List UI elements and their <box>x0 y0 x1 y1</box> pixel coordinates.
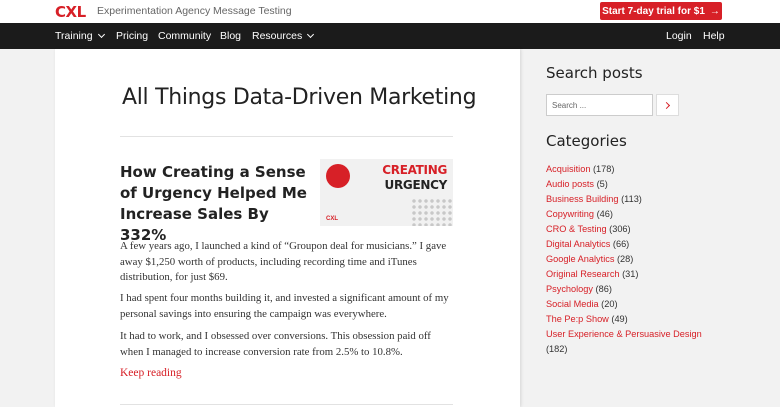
nav-community-label: Community <box>158 30 212 42</box>
category-item: The Pe:p Show (49) <box>546 312 716 327</box>
nav-pricing-label: Pricing <box>116 30 149 42</box>
category-link[interactable]: CRO & Testing <box>546 224 607 234</box>
main-nav: Training Pricing Community Blog Resource… <box>0 23 780 51</box>
divider <box>120 404 453 405</box>
category-count: (5) <box>596 179 608 189</box>
category-count: (66) <box>612 239 630 249</box>
category-count: (46) <box>596 209 613 219</box>
category-count: (49) <box>611 314 628 324</box>
categories-list: Acquisition (178) Audio posts (5) Business… <box>546 162 716 357</box>
nav-login-label: Login <box>666 30 692 42</box>
chevron-right-icon <box>662 101 671 109</box>
category-link[interactable]: Audio posts <box>546 179 594 189</box>
category-link[interactable]: User Experience & Persuasive Design <box>546 329 702 339</box>
trial-button-label: Start 7-day trial for $1 <box>602 5 705 17</box>
nav-resources[interactable]: Resources <box>252 30 315 42</box>
category-link[interactable]: Psychology <box>546 284 593 294</box>
search-button[interactable] <box>656 94 679 116</box>
keep-reading-link[interactable]: Keep reading <box>120 367 182 379</box>
category-link[interactable]: Acquisition <box>546 164 590 174</box>
nav-training[interactable]: Training <box>55 30 105 42</box>
category-link[interactable]: Copywriting <box>546 209 594 219</box>
search-heading: Search posts <box>546 64 643 82</box>
thumbnail-text-urgency: URGENCY <box>384 178 448 192</box>
chevron-down-icon <box>307 30 315 39</box>
category-link[interactable]: Social Media <box>546 299 599 309</box>
category-item: Original Research (31) <box>546 267 716 282</box>
category-item: Business Building (113) <box>546 192 716 207</box>
urgency-emblem-icon <box>326 164 350 188</box>
top-bar: CXL Experimentation Agency Message Testi… <box>0 0 780 23</box>
category-link[interactable]: Original Research <box>546 269 620 279</box>
dot-pattern-icon <box>411 198 453 226</box>
start-trial-button[interactable]: Start 7-day trial for $1 → <box>600 2 722 20</box>
category-count: (20) <box>601 299 618 309</box>
post-thumbnail[interactable]: CREATING URGENCY CXL <box>320 159 453 226</box>
categories-heading: Categories <box>546 132 627 150</box>
category-item: User Experience & Persuasive Design (182… <box>546 327 716 357</box>
category-count: (28) <box>617 254 634 264</box>
category-link[interactable]: Business Building <box>546 194 619 204</box>
category-item: Digital Analytics (66) <box>546 237 716 252</box>
nav-help[interactable]: Help <box>703 30 725 42</box>
post-excerpt-paragraph: I had spent four months building it, and… <box>120 292 449 320</box>
category-link[interactable]: Digital Analytics <box>546 239 610 249</box>
nav-resources-label: Resources <box>252 30 303 42</box>
category-count: (182) <box>546 344 568 354</box>
category-item: Acquisition (178) <box>546 162 716 177</box>
nav-community[interactable]: Community <box>158 30 211 42</box>
category-item: Copywriting (46) <box>546 207 716 222</box>
category-link[interactable]: The Pe:p Show <box>546 314 609 324</box>
thumbnail-logo: CXL <box>326 216 338 222</box>
experimentation-agency-link[interactable]: Experimentation Agency <box>97 5 210 17</box>
message-testing-link[interactable]: Message Testing <box>213 5 292 17</box>
category-item: CRO & Testing (306) <box>546 222 716 237</box>
category-count: (178) <box>593 164 615 174</box>
post-excerpt-paragraph: It had to work, and I obsessed over conv… <box>120 330 431 358</box>
category-link[interactable]: Google Analytics <box>546 254 614 264</box>
post-excerpt-paragraph: A few years ago, I launched a kind of “G… <box>120 240 447 283</box>
page-title: All Things Data-Driven Marketing <box>122 85 477 110</box>
search-input[interactable] <box>546 94 653 116</box>
divider <box>120 136 453 137</box>
category-item: Google Analytics (28) <box>546 252 716 267</box>
category-count: (31) <box>622 269 639 279</box>
category-count: (113) <box>621 194 642 204</box>
cxl-logo[interactable]: CXL <box>55 3 86 21</box>
nav-training-label: Training <box>55 30 93 42</box>
nav-login[interactable]: Login <box>666 30 692 42</box>
chevron-down-icon <box>97 30 105 39</box>
category-item: Audio posts (5) <box>546 177 716 192</box>
arrow-right-icon: → <box>709 5 720 17</box>
category-item: Psychology (86) <box>546 282 716 297</box>
category-count: (86) <box>595 284 612 294</box>
nav-help-label: Help <box>703 30 725 42</box>
thumbnail-text-creating: CREATING <box>382 163 447 177</box>
category-count: (306) <box>609 224 631 234</box>
post-title[interactable]: How Creating a Sense of Urgency Helped M… <box>120 162 310 246</box>
nav-blog[interactable]: Blog <box>220 30 242 51</box>
main-content: All Things Data-Driven Marketing How Cre… <box>55 49 520 407</box>
category-item: Social Media (20) <box>546 297 716 312</box>
nav-pricing[interactable]: Pricing <box>116 30 148 42</box>
nav-blog-label: Blog <box>220 30 242 42</box>
